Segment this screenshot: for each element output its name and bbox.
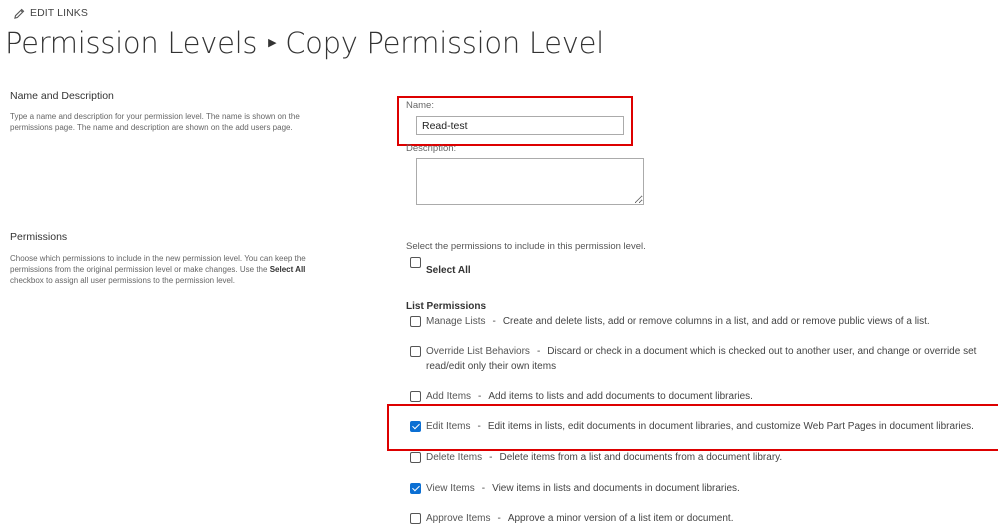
name-section-description: Type a name and description for your per… (10, 112, 300, 132)
edit-items-checkbox[interactable] (410, 421, 421, 432)
pencil-icon (14, 8, 25, 19)
edit-links-button[interactable]: EDIT LINKS (14, 7, 88, 19)
list-permissions-heading: List Permissions (406, 301, 487, 312)
name-label: Name: (406, 100, 434, 111)
select-all-label: Select All (426, 265, 471, 276)
manage-lists-checkbox[interactable] (410, 316, 421, 327)
delete-items-checkbox[interactable] (410, 452, 421, 463)
name-section-heading: Name and Description (10, 90, 114, 102)
triangle-right-icon: ▶ (268, 35, 277, 49)
description-textarea[interactable] (416, 158, 644, 205)
permissions-section-description: Choose which permissions to include in t… (10, 254, 306, 285)
name-input[interactable] (416, 116, 624, 135)
approve-items-checkbox[interactable] (410, 513, 421, 524)
select-all-checkbox[interactable] (410, 257, 421, 268)
permissions-section-heading: Permissions (10, 231, 68, 243)
permissions-intro: Select the permissions to include in thi… (406, 241, 646, 252)
add-items-checkbox[interactable] (410, 391, 421, 402)
breadcrumb-parent-link[interactable]: Permission Levels (5, 26, 258, 60)
breadcrumb-current: Copy Permission Level (285, 26, 604, 60)
view-items-checkbox[interactable] (410, 483, 421, 494)
edit-links-label: EDIT LINKS (30, 7, 88, 19)
description-label: Description: (406, 143, 457, 154)
override-list-behaviors-checkbox[interactable] (410, 346, 421, 357)
page-title: Permission Levels ▶ Copy Permission Level (5, 26, 604, 60)
